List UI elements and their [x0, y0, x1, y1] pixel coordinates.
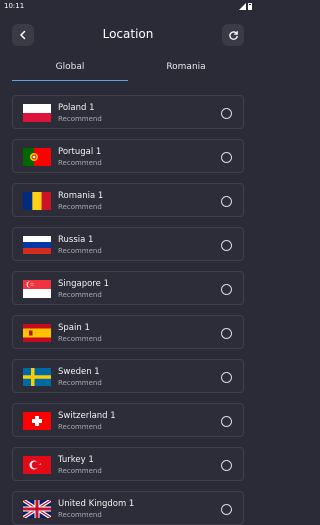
active-tab-indicator	[12, 80, 128, 81]
poland-flag-icon	[23, 104, 51, 122]
location-item[interactable]: Russia 1 Recommend	[12, 227, 244, 261]
status-time: 10:11	[4, 2, 25, 10]
sweden-flag-icon	[23, 368, 51, 386]
location-subtitle: Recommend	[58, 159, 102, 167]
location-subtitle: Recommend	[58, 115, 102, 123]
location-subtitle: Recommend	[58, 247, 102, 255]
location-name: Romania 1	[58, 191, 104, 201]
romania-flag-icon	[23, 192, 51, 210]
location-item[interactable]: United Kingdom 1 Recommend	[12, 491, 244, 525]
header: Location	[0, 22, 256, 52]
location-name: Russia 1	[58, 235, 94, 245]
location-subtitle: Recommend	[58, 335, 102, 343]
location-item[interactable]: Turkey 1 Recommend	[12, 447, 244, 481]
turkey-flag-icon	[23, 456, 51, 474]
location-name: Switzerland 1	[58, 411, 116, 421]
location-subtitle: Recommend	[58, 467, 102, 475]
location-radio[interactable]	[221, 196, 232, 207]
location-subtitle: Recommend	[58, 203, 102, 211]
location-item[interactable]: Spain 1 Recommend	[12, 315, 244, 349]
switzerland-flag-icon	[23, 412, 51, 430]
tab-romania[interactable]: Romania	[128, 58, 244, 82]
location-radio[interactable]	[221, 328, 232, 339]
location-item[interactable]: Singapore 1 Recommend	[12, 271, 244, 305]
location-item[interactable]: Poland 1 Recommend	[12, 95, 244, 129]
page-title: Location	[102, 27, 154, 41]
battery-icon	[248, 2, 252, 10]
united-kingdom-flag-icon	[23, 500, 51, 518]
location-name: Sweden 1	[58, 367, 100, 377]
location-name: Spain 1	[58, 323, 90, 333]
portugal-flag-icon	[23, 148, 51, 166]
location-item[interactable]: Sweden 1 Recommend	[12, 359, 244, 393]
location-radio[interactable]	[221, 240, 232, 251]
refresh-icon	[228, 30, 238, 40]
tab-bar: Global Romania	[12, 58, 244, 82]
location-subtitle: Recommend	[58, 511, 102, 519]
location-name: Singapore 1	[58, 279, 109, 289]
location-item[interactable]: Romania 1 Recommend	[12, 183, 244, 217]
spain-flag-icon	[23, 324, 51, 342]
location-radio[interactable]	[221, 108, 232, 119]
location-name: United Kingdom 1	[58, 499, 135, 509]
location-name: Turkey 1	[58, 455, 94, 465]
location-radio[interactable]	[221, 152, 232, 163]
location-name: Poland 1	[58, 103, 95, 113]
location-item[interactable]: Switzerland 1 Recommend	[12, 403, 244, 437]
location-radio[interactable]	[221, 504, 232, 515]
location-subtitle: Recommend	[58, 291, 102, 299]
location-subtitle: Recommend	[58, 423, 102, 431]
singapore-flag-icon	[23, 280, 51, 298]
location-item[interactable]: Portugal 1 Recommend	[12, 139, 244, 173]
tab-global[interactable]: Global	[12, 58, 128, 82]
refresh-button[interactable]	[222, 24, 244, 46]
location-radio[interactable]	[221, 284, 232, 295]
status-bar: 10:11	[0, 0, 256, 12]
signal-icon	[239, 2, 246, 10]
location-radio[interactable]	[221, 460, 232, 471]
location-radio[interactable]	[221, 372, 232, 383]
location-subtitle: Recommend	[58, 379, 102, 387]
russia-flag-icon	[23, 236, 51, 254]
location-name: Portugal 1	[58, 147, 102, 157]
location-radio[interactable]	[221, 416, 232, 427]
